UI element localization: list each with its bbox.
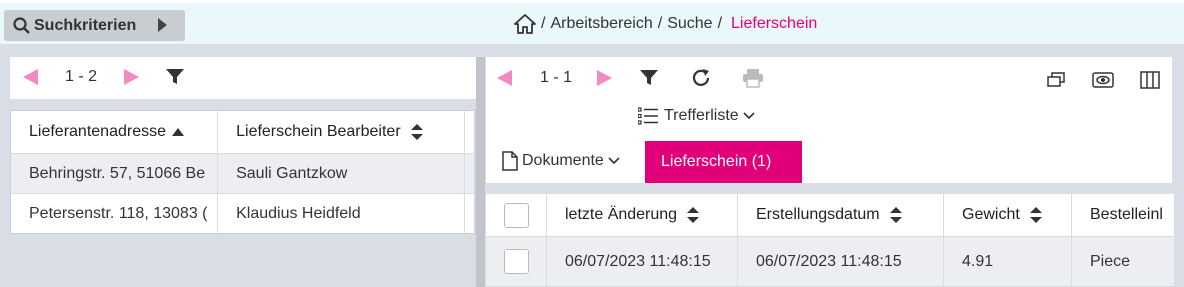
previous-page-icon[interactable] — [496, 69, 512, 87]
filter-icon[interactable] — [640, 70, 658, 86]
column-header-lieferantenadresse[interactable]: Lieferantenadresse — [11, 111, 219, 154]
breadcrumb-separator: / — [717, 15, 723, 32]
table-row[interactable]: Petersenstr. 118, 13083 ( Klaudius Heidf… — [11, 194, 475, 233]
cell-bearbeiter: Klaudius Heidfeld — [218, 194, 466, 233]
column-header-label: Gewicht — [962, 206, 1020, 223]
documents-tab-label: Dokumente — [522, 152, 604, 169]
triangle-right-icon — [158, 18, 167, 32]
top-bar: Suchkriterien / Arbeitsbereich / Suche /… — [0, 0, 1184, 44]
sort-icon — [410, 124, 423, 140]
sort-icon — [687, 207, 700, 223]
view-selector[interactable]: Trefferliste — [638, 107, 755, 125]
breadcrumb-separator: / — [541, 15, 546, 32]
column-header-label: Bestelleinl — [1090, 206, 1163, 223]
home-icon[interactable] — [514, 14, 536, 34]
breadcrumb-separator: / — [657, 15, 663, 32]
row-select-cell — [486, 237, 547, 287]
columns-icon[interactable] — [1140, 70, 1160, 90]
cell-bestelleinheit: Piece — [1072, 237, 1174, 287]
next-page-icon[interactable] — [597, 69, 613, 87]
breadcrumb: / Arbeitsbereich / Suche / Lieferschein — [514, 14, 817, 34]
search-criteria-label: Suchkriterien — [34, 16, 137, 34]
right-results-table: letzte Änderung Erstellungsdatum Gewicht… — [486, 194, 1174, 287]
column-header-label: Lieferantenadresse — [29, 123, 166, 140]
document-icon — [502, 151, 518, 171]
cell-address: Behringstr. 57, 51066 Be — [11, 154, 219, 194]
column-header-bearbeiter[interactable]: Lieferschein Bearbeiter — [218, 111, 466, 154]
breadcrumb-current: Lieferschein — [731, 15, 818, 32]
column-header-filler — [465, 111, 475, 154]
view-selector-label: Trefferliste — [664, 107, 739, 124]
cell-gewicht: 4.91 — [944, 237, 1072, 287]
column-header-letzte-aenderung[interactable]: letzte Änderung — [547, 194, 738, 237]
documents-tab[interactable]: Dokumente — [502, 151, 620, 171]
list-icon — [638, 107, 658, 125]
sort-icon — [1029, 207, 1042, 223]
left-toolbar: 1 - 2 — [10, 57, 476, 99]
tab-lieferschein-label: Lieferschein (1) — [661, 153, 772, 170]
table-row[interactable]: Behringstr. 57, 51066 Be Sauli Gantzkow — [11, 154, 475, 194]
search-criteria-button[interactable]: Suchkriterien — [4, 10, 185, 41]
row-checkbox[interactable] — [503, 249, 529, 274]
breadcrumb-item-arbeitsbereich[interactable]: Arbeitsbereich — [550, 15, 652, 33]
column-header-label: Erstellungsdatum — [756, 206, 880, 223]
cell-filler — [465, 154, 475, 194]
next-page-icon[interactable] — [124, 68, 140, 86]
table-header-row: Lieferantenadresse Lieferschein Bearbeit… — [11, 111, 475, 154]
eye-icon[interactable] — [1092, 71, 1114, 89]
sort-asc-icon — [171, 128, 184, 136]
right-toolbar: 1 - 1 Trefferliste Dokumente — [486, 57, 1172, 183]
cell-erstellungsdatum: 06/07/2023 11:48:15 — [738, 237, 944, 287]
chevron-down-icon — [608, 157, 620, 165]
right-pager-text: 1 - 1 — [540, 69, 573, 86]
window-restore-icon[interactable] — [1046, 71, 1066, 89]
print-icon — [743, 69, 763, 88]
table-row[interactable]: 06/07/2023 11:48:15 06/07/2023 11:48:15 … — [486, 237, 1174, 287]
select-all-checkbox[interactable] — [503, 202, 529, 228]
cell-letzte-aenderung: 06/07/2023 11:48:15 — [547, 237, 738, 287]
left-pager-text: 1 - 2 — [65, 68, 98, 85]
cell-bearbeiter: Sauli Gantzkow — [218, 154, 466, 194]
column-header-label: Lieferschein Bearbeiter — [236, 123, 401, 140]
left-results-table: Lieferantenadresse Lieferschein Bearbeit… — [10, 110, 476, 234]
breadcrumb-item-suche[interactable]: Suche — [667, 15, 712, 33]
panel-splitter[interactable] — [476, 57, 485, 287]
table-header-row: letzte Änderung Erstellungsdatum Gewicht… — [486, 194, 1174, 237]
column-header-label: letzte Änderung — [565, 206, 678, 223]
cell-address: Petersenstr. 118, 13083 ( — [11, 194, 219, 233]
tab-lieferschein[interactable]: Lieferschein (1) — [645, 141, 802, 183]
select-all-cell — [486, 194, 547, 237]
sort-icon — [889, 207, 902, 223]
filter-icon[interactable] — [166, 69, 184, 85]
chevron-down-icon — [743, 112, 755, 120]
column-header-bestelleinheit[interactable]: Bestelleinl — [1072, 194, 1174, 237]
column-header-erstellungsdatum[interactable]: Erstellungsdatum — [738, 194, 944, 237]
cell-filler — [465, 194, 475, 233]
column-header-gewicht[interactable]: Gewicht — [944, 194, 1072, 237]
search-icon — [13, 16, 30, 34]
refresh-icon[interactable] — [690, 67, 712, 89]
previous-page-icon[interactable] — [22, 68, 38, 86]
